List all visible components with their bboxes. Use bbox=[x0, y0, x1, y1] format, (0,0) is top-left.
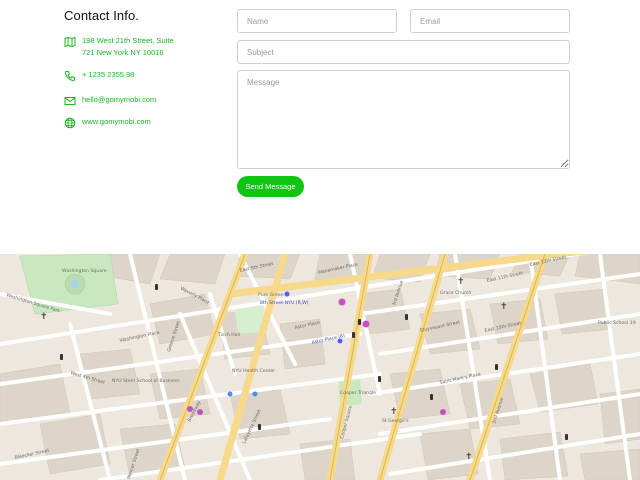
svg-text:✝: ✝ bbox=[390, 406, 398, 416]
label-tisch-hall: Tisch Hall bbox=[217, 332, 240, 338]
phone-row: + 1235 2355 98 bbox=[64, 69, 224, 82]
globe-icon bbox=[64, 117, 76, 129]
website-row: www.gomymobi.com bbox=[64, 116, 224, 129]
contact-info-section: Contact Info. 198 West 21th Street, Suit… bbox=[64, 8, 224, 138]
address-line-1: 198 West 21th Street, Suite bbox=[82, 36, 174, 45]
svg-text:✝: ✝ bbox=[40, 311, 48, 321]
contact-title: Contact Info. bbox=[64, 8, 140, 23]
label-public-school: Public School 19 bbox=[598, 320, 636, 326]
label-nyu-stern: NYU Stern School of Business bbox=[112, 378, 180, 384]
address-line-2: 721 New York NY 10016 bbox=[82, 47, 164, 57]
send-message-button[interactable]: Send Message bbox=[237, 176, 304, 197]
phone-icon bbox=[64, 70, 76, 82]
svg-text:✝: ✝ bbox=[457, 276, 465, 286]
label-eighth-street-station: 8th Street-NYU (R,W) bbox=[260, 300, 309, 306]
website-link[interactable]: www.gomymobi.com bbox=[82, 116, 151, 128]
label-pure-green: Pure Green bbox=[258, 292, 284, 298]
envelope-icon bbox=[64, 95, 76, 107]
subject-input[interactable] bbox=[237, 40, 570, 64]
svg-text:✝: ✝ bbox=[500, 301, 508, 311]
email-row: hello@gomymobi.com bbox=[64, 94, 224, 107]
label-washington-square: Washington Square bbox=[62, 268, 107, 274]
label-nyu-health: NYU Health Center bbox=[232, 368, 275, 374]
map-icon bbox=[64, 36, 76, 48]
name-input[interactable] bbox=[237, 9, 397, 33]
message-textarea[interactable] bbox=[237, 70, 570, 169]
name-email-row bbox=[237, 9, 570, 33]
svg-text:✝: ✝ bbox=[465, 451, 473, 461]
label-grace-church: Grace Church bbox=[440, 290, 471, 296]
contact-form: Send Message bbox=[237, 9, 570, 197]
address-row: 198 West 21th Street, Suite 721 New York… bbox=[64, 35, 224, 58]
email-input[interactable] bbox=[410, 9, 570, 33]
email-link[interactable]: hello@gomymobi.com bbox=[82, 94, 156, 106]
label-st-george: St George's bbox=[382, 418, 409, 424]
map-embed[interactable]: ✝ ✝ ✝ ✝ ✝ Washington Square Washington S… bbox=[0, 254, 640, 480]
label-cooper-triangle: Cooper Triangle bbox=[340, 390, 376, 396]
phone-text[interactable]: + 1235 2355 98 bbox=[82, 69, 134, 81]
street-map[interactable]: ✝ ✝ ✝ ✝ ✝ Washington Square Washington S… bbox=[0, 254, 640, 480]
